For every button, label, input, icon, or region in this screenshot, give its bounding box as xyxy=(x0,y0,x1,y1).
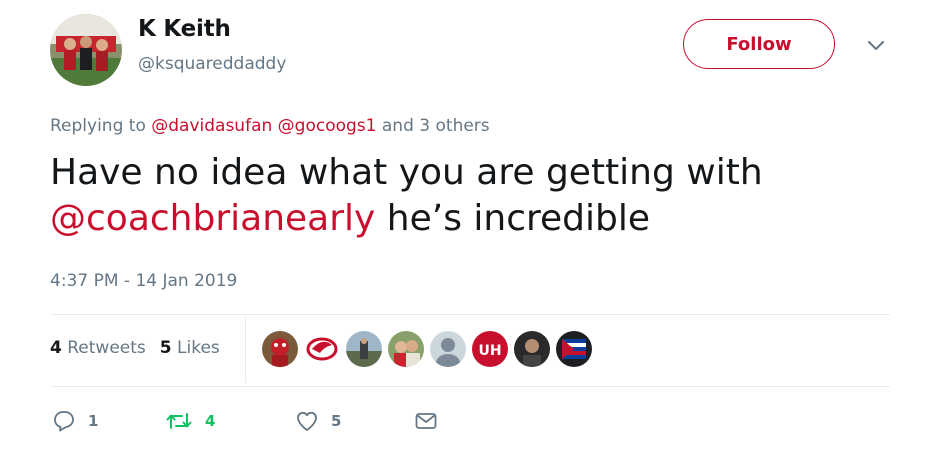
liker-avatar[interactable] xyxy=(388,331,424,367)
reply-context-prefix: Replying to xyxy=(50,116,146,136)
liker-avatar[interactable] xyxy=(304,331,340,367)
reply-icon xyxy=(54,411,74,432)
likes-stat[interactable]: 5 Likes xyxy=(160,338,220,358)
direct-message-button[interactable] xyxy=(414,404,438,438)
author-handle[interactable]: @ksquareddaddy xyxy=(138,54,286,74)
svg-text:UH: UH xyxy=(478,343,501,359)
likes-label: Likes xyxy=(177,338,220,358)
liker-avatar[interactable] xyxy=(346,331,382,367)
reply-mention-link[interactable]: @davidasufan xyxy=(151,116,272,136)
tweet-text-rest: he’s incredible xyxy=(375,198,651,239)
retweet-count: 4 xyxy=(205,412,216,430)
tweet-timestamp[interactable]: 4:37 PM - 14 Jan 2019 xyxy=(50,271,237,291)
author-avatar[interactable] xyxy=(50,14,122,86)
reply-mention-link[interactable]: @gocoogs1 xyxy=(278,116,377,136)
like-count: 5 xyxy=(331,412,342,430)
tweet-text: Have no idea what you are getting with @… xyxy=(50,150,910,242)
tweet-actions: 1 4 5 xyxy=(50,404,470,438)
tweet-text-line: Have no idea what you are getting with xyxy=(50,152,763,193)
like-icon xyxy=(297,411,317,431)
direct-message-icon xyxy=(415,413,437,429)
liker-avatar[interactable] xyxy=(430,331,466,367)
tweet-text-line: @coachbrianearly he’s incredible xyxy=(50,196,910,242)
likes-count: 5 xyxy=(159,338,172,358)
follow-button[interactable]: Follow xyxy=(683,19,835,69)
liker-avatar[interactable] xyxy=(514,331,550,367)
tweet-stats: 4 Retweets 5 Likes xyxy=(50,338,220,358)
author-name[interactable]: K Keith xyxy=(138,16,231,42)
reply-context: Replying to @davidasufan @gocoogs1 and 3… xyxy=(50,116,490,136)
liker-avatar[interactable] xyxy=(556,331,592,367)
chevron-down-icon[interactable] xyxy=(866,38,886,52)
liker-avatar[interactable] xyxy=(262,331,298,367)
retweet-icon xyxy=(166,413,192,429)
reply-button[interactable]: 1 xyxy=(52,404,98,438)
avatar-photo xyxy=(50,14,122,86)
retweets-count: 4 xyxy=(50,338,62,358)
retweet-button[interactable]: 4 xyxy=(165,404,215,438)
stats-divider xyxy=(245,317,246,383)
like-button[interactable]: 5 xyxy=(295,404,341,438)
reply-count: 1 xyxy=(88,412,99,430)
retweets-stat[interactable]: 4 Retweets xyxy=(50,338,146,358)
tweet-mention-link[interactable]: @coachbrianearly xyxy=(50,198,375,239)
divider xyxy=(50,386,890,387)
divider xyxy=(50,314,890,315)
liker-avatar[interactable]: UH xyxy=(472,331,508,367)
retweets-label: Retweets xyxy=(67,338,146,358)
reply-context-suffix[interactable]: and 3 others xyxy=(382,116,490,136)
